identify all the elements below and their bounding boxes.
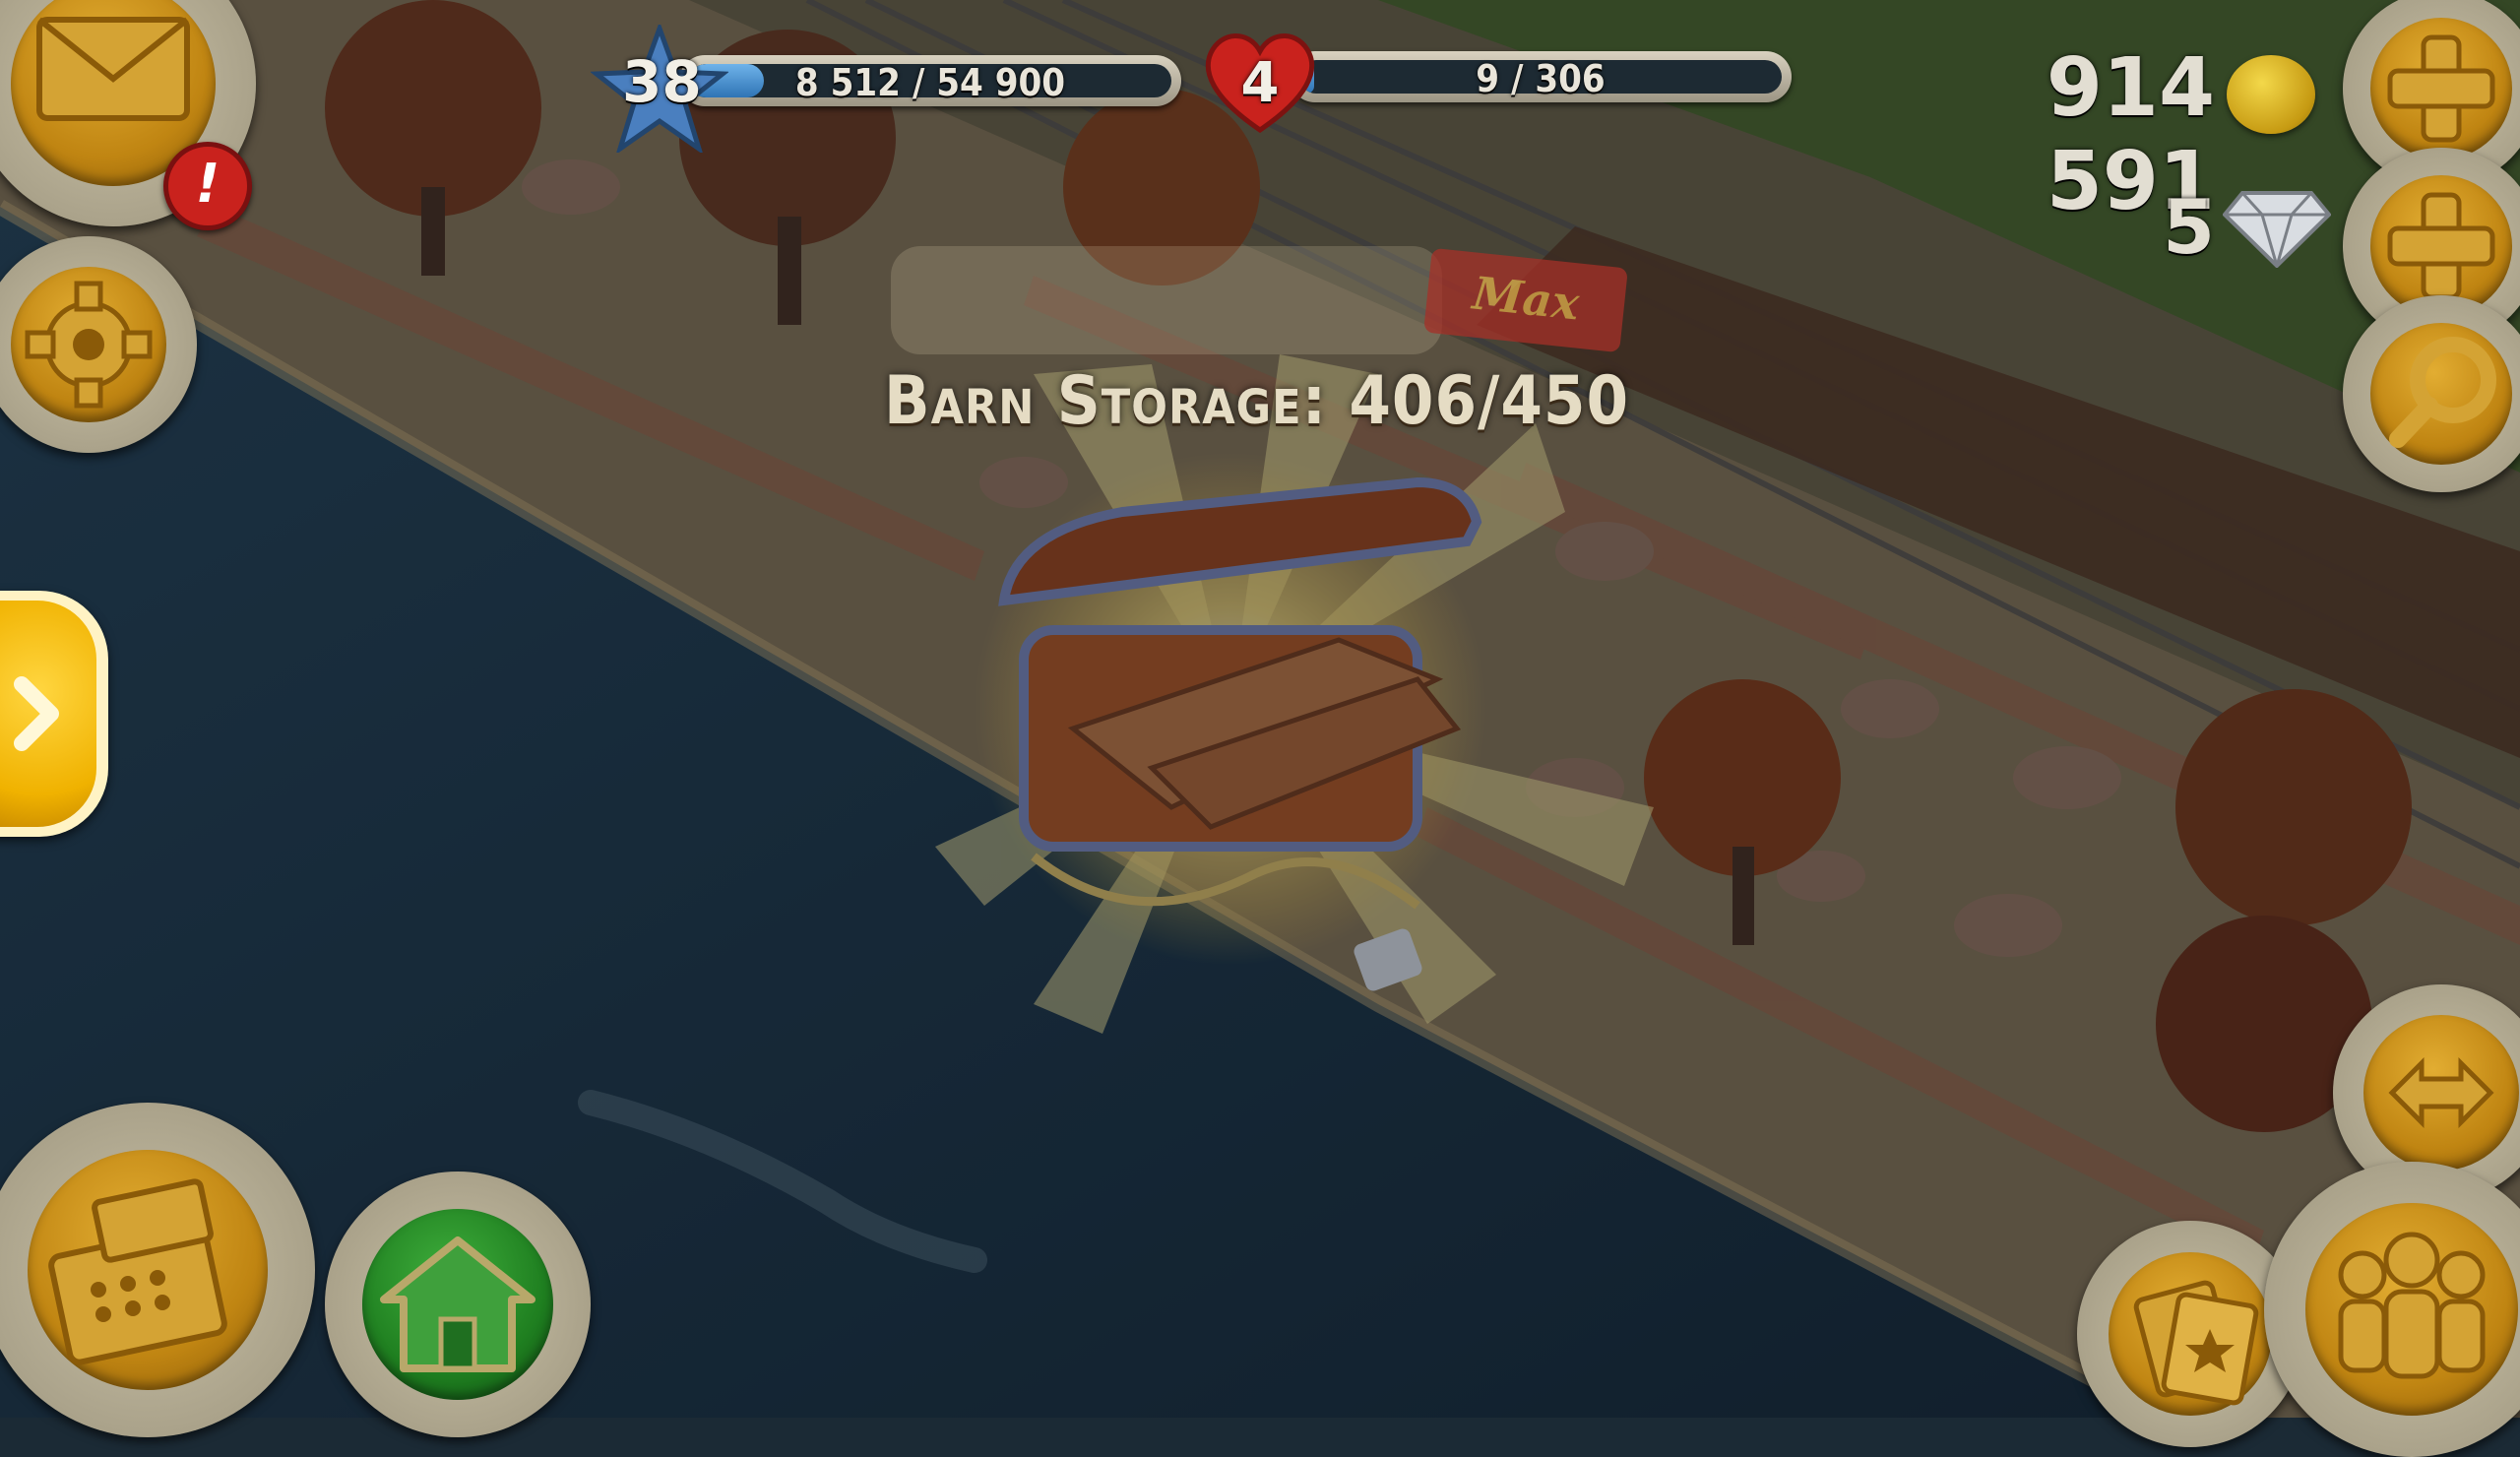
coin-icon xyxy=(2227,55,2315,134)
heart-badge[interactable]: 4 xyxy=(1201,28,1319,136)
level-badge[interactable]: 38 xyxy=(590,21,729,156)
hearts-count: 4 xyxy=(1240,51,1280,115)
people-icon xyxy=(2338,1232,2486,1379)
diamond-count: 5 xyxy=(2163,183,2215,271)
house-icon xyxy=(380,1236,536,1372)
friends-button[interactable] xyxy=(2264,1162,2520,1457)
magnifier-icon xyxy=(2389,337,2496,448)
search-button[interactable] xyxy=(2343,295,2520,492)
diamond-icon xyxy=(2222,189,2332,272)
xp-text: 8 512 / 54 900 xyxy=(794,61,1066,104)
xp-bar[interactable]: 8 512 / 54 900 xyxy=(679,55,1181,106)
mail-alert-icon: ! xyxy=(195,153,220,215)
reputation-text: 9 / 306 xyxy=(1476,57,1606,100)
settings-button[interactable] xyxy=(0,236,197,453)
chevron-right-icon xyxy=(14,676,59,751)
gear-icon xyxy=(25,281,153,409)
mail-alert-badge: ! xyxy=(163,142,252,230)
barn-storage-label: Barn Storage: 406/450 xyxy=(884,362,1630,440)
max-tag-label: Max xyxy=(1470,266,1582,331)
home-button[interactable] xyxy=(325,1172,591,1437)
shop-button[interactable] xyxy=(0,1103,315,1437)
expand-side-panel-button[interactable] xyxy=(0,591,108,837)
level-number: 38 xyxy=(622,48,702,115)
reputation-bar[interactable]: 9 / 306 xyxy=(1290,51,1792,102)
cash-register-icon xyxy=(48,1178,227,1365)
storage-banner xyxy=(891,246,1442,354)
